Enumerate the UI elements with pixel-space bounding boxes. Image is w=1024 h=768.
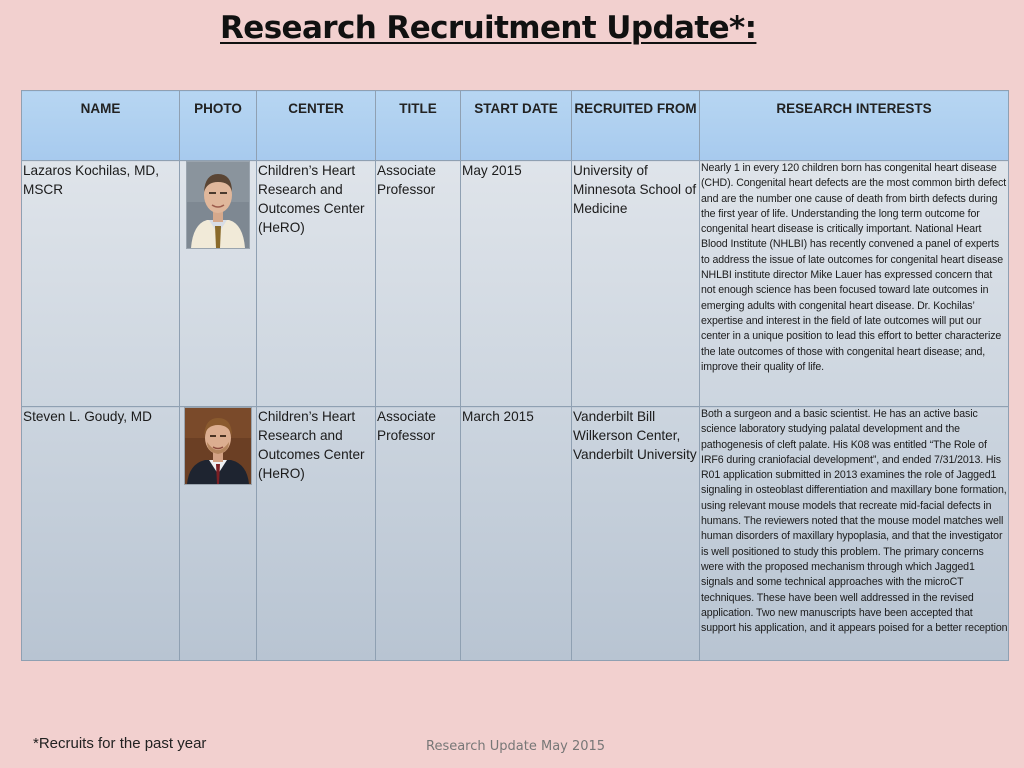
- cell-start-date: March 2015: [460, 406, 572, 661]
- header-start-date: START DATE: [460, 90, 572, 161]
- cell-name: Steven L. Goudy, MD: [21, 406, 180, 661]
- cell-research-interests: Nearly 1 in every 120 children born has …: [699, 160, 1009, 407]
- cell-center: Children’s Heart Research and Outcomes C…: [256, 160, 376, 407]
- cell-photo: [179, 406, 257, 661]
- header-research-interests: RESEARCH INTERESTS: [699, 90, 1009, 161]
- cell-start-date: May 2015: [460, 160, 572, 407]
- cell-recruited-from: Vanderbilt Bill Wilkerson Center, Vander…: [571, 406, 700, 661]
- headshot-photo-icon: [184, 407, 252, 485]
- headshot-photo-icon: [186, 161, 250, 249]
- cell-center: Children’s Heart Research and Outcomes C…: [256, 406, 376, 661]
- table-header-row: NAME PHOTO CENTER TITLE START DATE RECRU…: [21, 90, 1009, 161]
- cell-photo: [179, 160, 257, 407]
- table-row: Steven L. Goudy, MD Children’s Heart Res…: [21, 406, 1009, 661]
- slide-footer: Research Update May 2015: [426, 739, 606, 754]
- header-photo: PHOTO: [179, 90, 257, 161]
- cell-title: Associate Professor: [375, 406, 461, 661]
- footnote: *Recruits for the past year: [33, 735, 207, 752]
- slide-title: Research Recruitment Update*:: [220, 10, 757, 46]
- cell-title: Associate Professor: [375, 160, 461, 407]
- header-center: CENTER: [256, 90, 376, 161]
- cell-name: Lazaros Kochilas, MD, MSCR: [21, 160, 180, 407]
- cell-research-interests: Both a surgeon and a basic scientist. He…: [699, 406, 1009, 661]
- header-recruited-from: RECRUITED FROM: [571, 90, 700, 161]
- cell-recruited-from: University of Minnesota School of Medici…: [571, 160, 700, 407]
- header-title: TITLE: [375, 90, 461, 161]
- recruitment-table: NAME PHOTO CENTER TITLE START DATE RECRU…: [21, 90, 1009, 661]
- header-name: NAME: [21, 90, 180, 161]
- table-row: Lazaros Kochilas, MD, MSCR Children’s He…: [21, 160, 1009, 407]
